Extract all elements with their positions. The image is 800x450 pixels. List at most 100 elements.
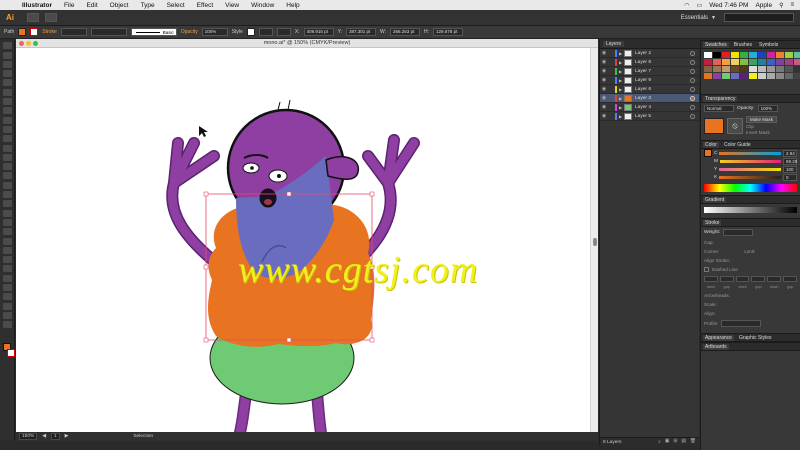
tab-appearance[interactable]: Appearance	[703, 334, 734, 341]
pen-tool-icon[interactable]	[3, 79, 12, 87]
layer-row[interactable]: ◉ ▶ Layer 8	[600, 58, 699, 67]
slice-tool-icon[interactable]	[3, 274, 12, 282]
magic-wand-tool-icon[interactable]	[3, 60, 12, 68]
variable-width-profile[interactable]	[90, 28, 127, 36]
gap-field[interactable]	[783, 276, 797, 282]
slider-track[interactable]	[720, 159, 781, 163]
color-fill-swatch[interactable]	[704, 149, 712, 157]
layer-name[interactable]: Layer 8	[635, 60, 690, 65]
column-graph-tool-icon[interactable]	[3, 256, 12, 264]
swatch[interactable]	[731, 66, 739, 72]
dashed-line-checkbox[interactable]	[704, 267, 709, 272]
transparency-opacity-field[interactable]: 100%	[757, 105, 778, 112]
menu-view[interactable]: View	[219, 2, 245, 9]
visibility-eye-icon[interactable]: ◉	[600, 59, 608, 65]
tab-symbols[interactable]: Symbols	[757, 42, 780, 48]
spotlight-icon[interactable]: ⚲	[779, 2, 783, 9]
layer-name[interactable]: Layer 4	[635, 105, 690, 110]
layer-row[interactable]: ◉ ▶ Layer 7	[600, 67, 699, 76]
swatch[interactable]	[767, 52, 775, 58]
swatch[interactable]	[758, 59, 766, 65]
visibility-eye-icon[interactable]: ◉	[600, 86, 608, 92]
swatch[interactable]	[767, 59, 775, 65]
gradient-tool-icon[interactable]	[3, 218, 12, 226]
swatch[interactable]	[794, 66, 800, 72]
layer-name[interactable]: Layer 5	[635, 114, 690, 119]
layer-target-icon[interactable]	[690, 104, 695, 110]
document-tab[interactable]: mono.ai* @ 150% (CMYK/Preview)	[16, 39, 598, 48]
tab-color[interactable]: Color	[703, 141, 719, 148]
vertical-scrollbar[interactable]	[590, 48, 598, 432]
menu-effect[interactable]: Effect	[191, 2, 220, 9]
layer-row[interactable]: ◉ ▶ Layer 2	[600, 49, 699, 58]
tab-transparency[interactable]: Transparency	[703, 95, 738, 102]
gap-field[interactable]	[751, 276, 766, 282]
create-new-layer-icon[interactable]: ▤	[681, 439, 686, 445]
tab-stroke[interactable]: Stroke	[703, 219, 722, 226]
profile-select[interactable]	[721, 320, 762, 327]
swatch[interactable]	[785, 66, 793, 72]
channel-value[interactable]: 0	[783, 173, 797, 181]
swatch[interactable]	[785, 59, 793, 65]
perspective-grid-tool-icon[interactable]	[3, 200, 12, 208]
dash-field[interactable]	[704, 276, 718, 282]
menubar-user[interactable]: Apple	[755, 2, 772, 9]
menu-file[interactable]: File	[58, 2, 80, 9]
swatch[interactable]	[713, 59, 721, 65]
tab-gradient[interactable]: Gradient	[703, 196, 727, 203]
mesh-tool-icon[interactable]	[3, 209, 12, 217]
layer-row[interactable]: ◉ ▶ Layer 6	[600, 85, 699, 94]
stroke-color-chip[interactable]	[7, 349, 15, 357]
paintbrush-tool-icon[interactable]	[3, 125, 12, 133]
screen-mode-icon[interactable]	[3, 321, 12, 329]
layer-target-icon[interactable]	[690, 95, 695, 101]
swatch[interactable]	[713, 52, 721, 58]
tab-artboards[interactable]: Artboards	[703, 343, 729, 350]
artboard-next-icon[interactable]: ▶	[65, 434, 69, 439]
tab-layers[interactable]: Layers	[603, 41, 625, 47]
delete-layer-icon[interactable]: 🗑	[690, 439, 696, 445]
magenta-slider[interactable]: M 69.29	[701, 157, 800, 165]
dash-field[interactable]	[735, 276, 750, 282]
transform-reference[interactable]	[276, 28, 291, 36]
stroke-weight-input[interactable]	[723, 229, 754, 236]
layer-row[interactable]: ◉ ▶ Layer 9	[600, 76, 699, 85]
layer-target-icon[interactable]	[690, 113, 695, 119]
stroke-label[interactable]: Stroke	[42, 29, 56, 35]
visibility-eye-icon[interactable]: ◉	[600, 50, 608, 56]
shape-builder-tool-icon[interactable]	[3, 191, 12, 199]
rectangle-tool-icon[interactable]	[3, 116, 12, 124]
tab-swatches[interactable]: Swatches	[703, 41, 729, 48]
x-field[interactable]: 409.915 pt	[303, 28, 334, 36]
layer-target-icon[interactable]	[690, 68, 695, 74]
visibility-eye-icon[interactable]: ◉	[600, 77, 608, 83]
h-field[interactable]: 129.678 pt	[433, 28, 464, 36]
yellow-slider[interactable]: Y 100	[701, 165, 800, 173]
swatch[interactable]	[749, 59, 757, 65]
swatch[interactable]	[722, 59, 730, 65]
line-tool-icon[interactable]	[3, 107, 12, 115]
swatch[interactable]	[758, 66, 766, 72]
layer-row[interactable]: ◉ ▶ Layer 5	[600, 112, 699, 121]
layer-name[interactable]: Layer 6	[635, 87, 690, 92]
swatch[interactable]	[740, 73, 748, 79]
layer-row-selected[interactable]: ◉ ▶ Layer 3	[600, 94, 699, 103]
swatch[interactable]	[758, 52, 766, 58]
swatch[interactable]	[785, 73, 793, 79]
layer-target-icon[interactable]	[690, 86, 695, 92]
layer-target-icon[interactable]	[690, 50, 695, 56]
swatch[interactable]	[776, 52, 784, 58]
swatch[interactable]	[731, 59, 739, 65]
swatch[interactable]	[713, 66, 721, 72]
visibility-eye-icon[interactable]: ◉	[600, 68, 608, 74]
bridge-button[interactable]	[27, 13, 39, 22]
swatch[interactable]	[704, 59, 712, 65]
type-tool-icon[interactable]	[3, 98, 12, 106]
channel-value[interactable]: 2.94	[783, 149, 797, 157]
slider-track[interactable]	[719, 151, 781, 155]
blend-mode-select[interactable]: Normal	[704, 105, 734, 112]
graphic-style-swatch[interactable]	[246, 28, 255, 36]
layer-name[interactable]: Layer 9	[635, 78, 690, 83]
free-transform-tool-icon[interactable]	[3, 181, 12, 189]
stroke-weight-field[interactable]	[60, 28, 87, 36]
